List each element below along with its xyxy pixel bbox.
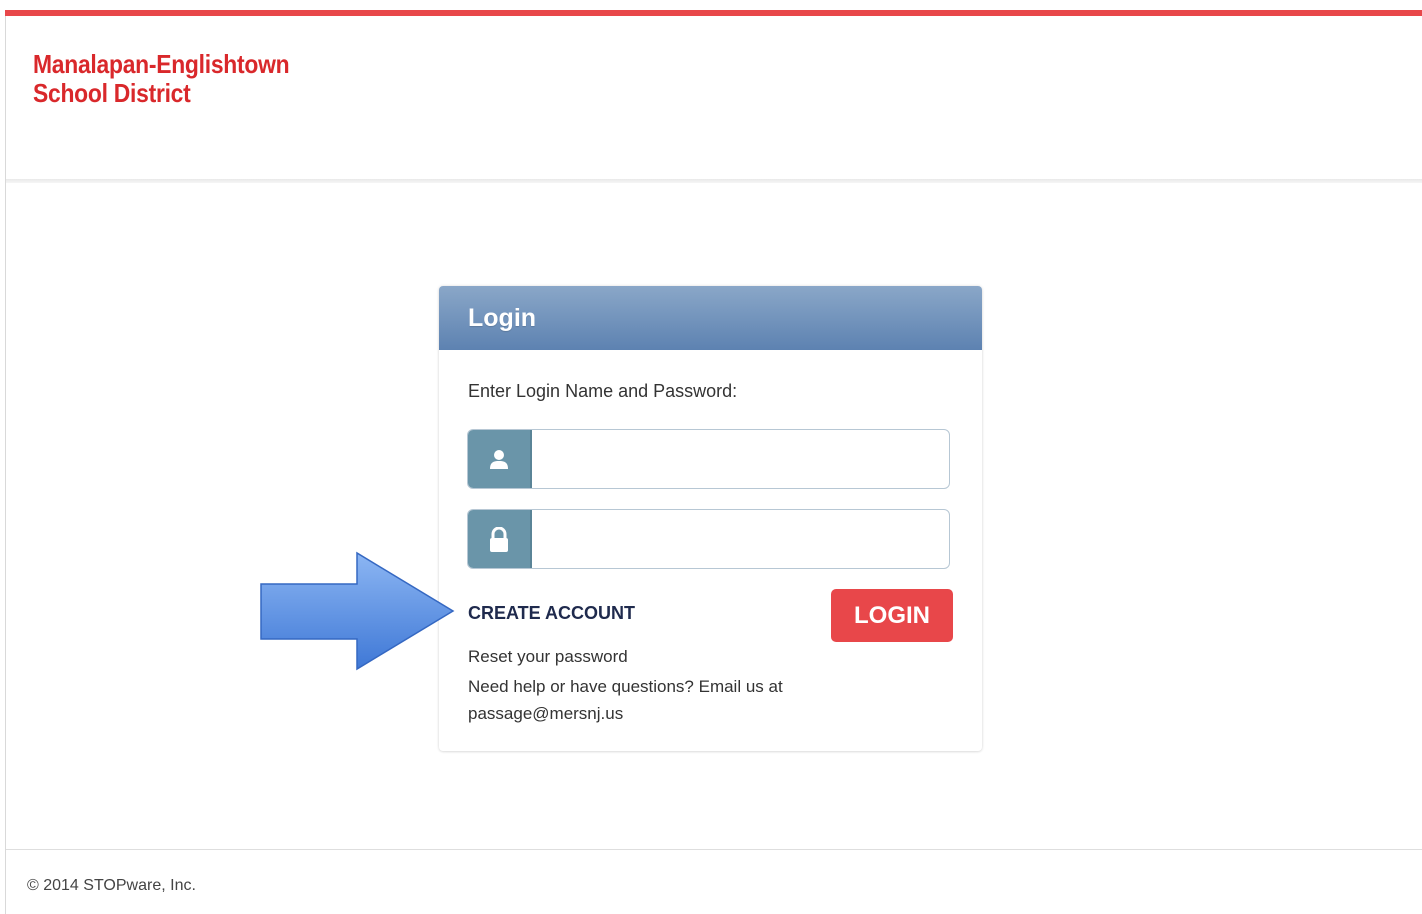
right-arrow-icon xyxy=(260,551,455,671)
logo-line-2: School District xyxy=(33,78,191,108)
user-icon xyxy=(468,430,532,488)
login-instructions: Enter Login Name and Password: xyxy=(468,381,738,401)
page: Manalapan-Englishtown School District Lo… xyxy=(0,0,1422,914)
district-logo[interactable]: Manalapan-Englishtown School District xyxy=(33,49,290,108)
footer-divider xyxy=(6,849,1422,850)
reset-password-link[interactable]: Reset your password xyxy=(468,646,628,668)
login-title: Login xyxy=(468,304,537,332)
logo-line-1: Manalapan-Englishtown xyxy=(33,49,290,79)
username-field[interactable] xyxy=(467,429,950,489)
login-button[interactable]: LOGIN xyxy=(831,589,953,642)
help-text: Need help or have questions? Email us at… xyxy=(468,677,783,723)
create-account-link[interactable]: CREATE ACCOUNT xyxy=(468,602,635,624)
login-panel-header: Login xyxy=(439,286,982,350)
password-field[interactable] xyxy=(467,509,950,569)
footer-copyright: © 2014 STOPware, Inc. xyxy=(27,877,196,894)
lock-icon xyxy=(468,510,532,568)
header-divider xyxy=(6,179,1422,183)
login-panel: Login Enter Login Name and Password: CRE… xyxy=(439,286,982,751)
password-input[interactable] xyxy=(532,510,942,568)
username-input[interactable] xyxy=(532,430,942,488)
